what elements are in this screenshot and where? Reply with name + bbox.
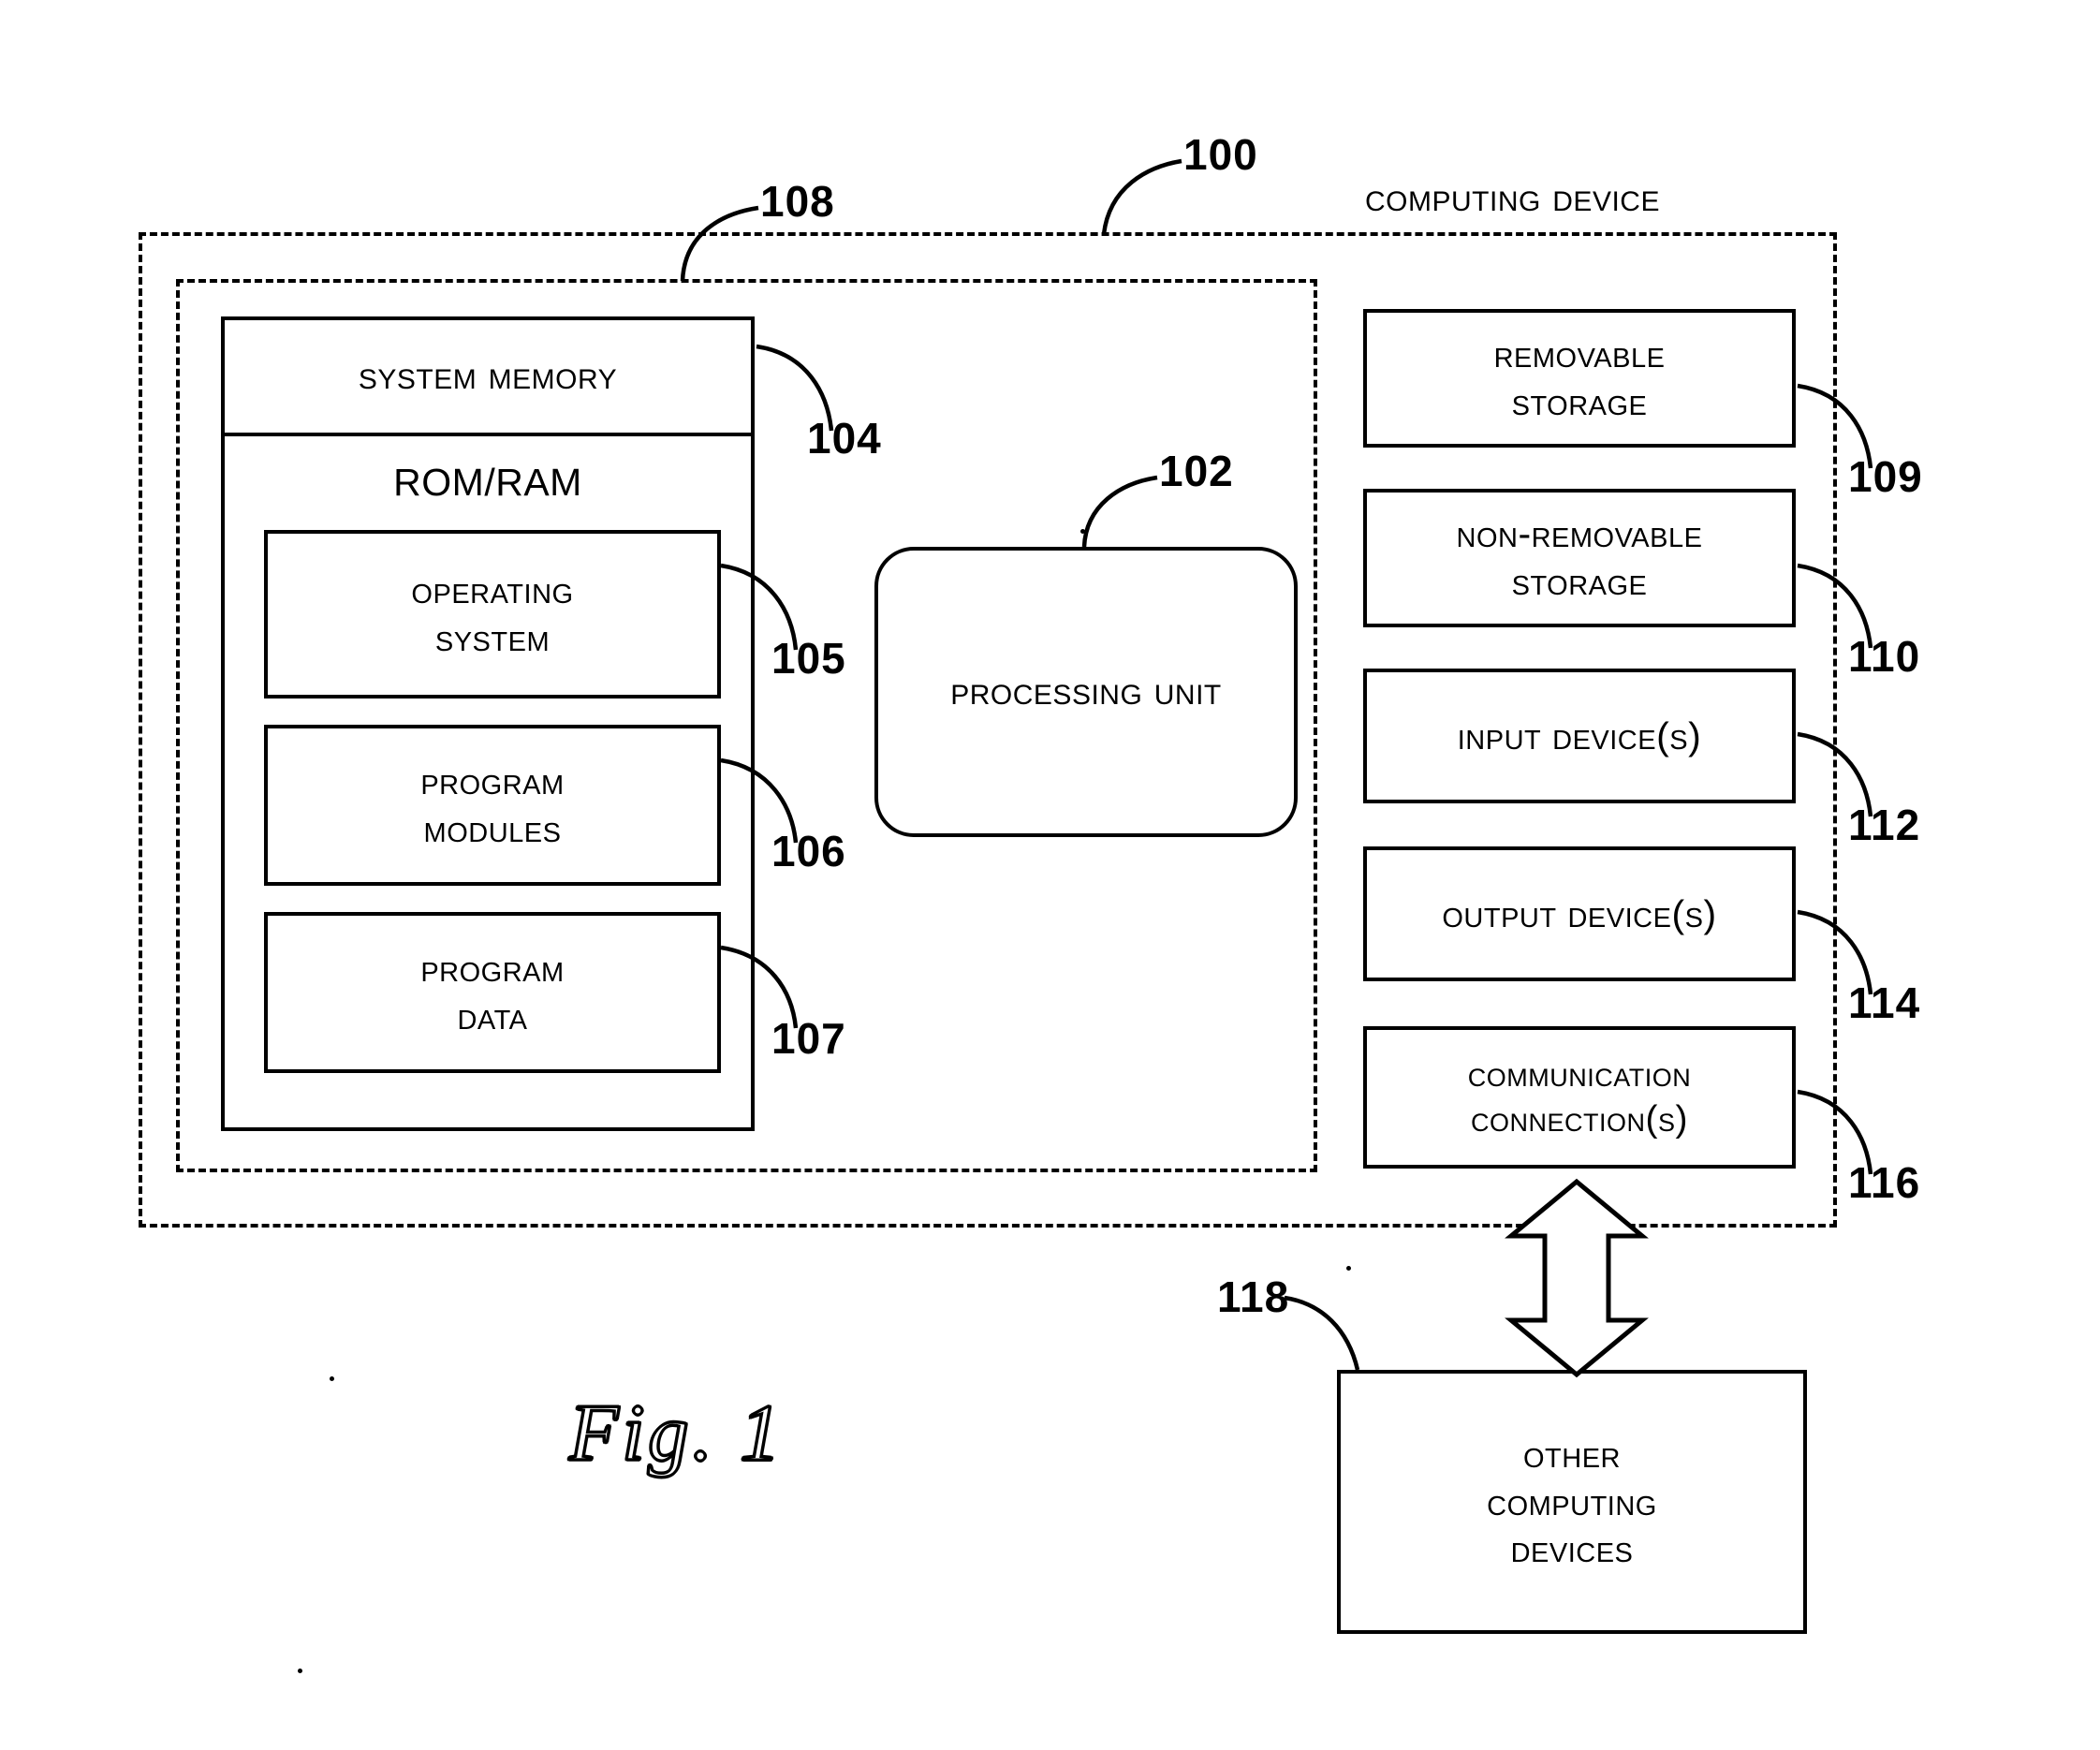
ref-118: 118	[1217, 1272, 1290, 1321]
operating-system-label-line2: SYSTEM	[434, 616, 551, 659]
input-devices-block: INPUT DEVICE(S)	[1363, 669, 1796, 803]
output-devices-label: OUTPUT DEVICE(S)	[1442, 891, 1717, 935]
ref-110: 110	[1848, 632, 1921, 681]
patent-figure-page: COMPUTING DEVICE SYSTEM MEMORY ROM/RAM O…	[0, 0, 2100, 1750]
page-title: COMPUTING DEVICE	[1365, 175, 1660, 220]
program-modules-label-line2: MODULES	[423, 807, 562, 850]
other-computing-devices-block: OTHER COMPUTING DEVICES	[1337, 1370, 1807, 1634]
leader-line-100	[1101, 158, 1182, 235]
processing-unit-block: PROCESSING UNIT	[874, 547, 1298, 837]
program-modules-block: PROGRAM MODULES	[264, 725, 721, 886]
program-data-block: PROGRAM DATA	[264, 912, 721, 1073]
other-computing-devices-label-line3: DEVICES	[1510, 1527, 1634, 1571]
scan-speck	[298, 1669, 302, 1673]
scan-speck	[330, 1376, 334, 1381]
ref-116: 116	[1848, 1158, 1921, 1207]
ref-102: 102	[1159, 447, 1234, 495]
figure-caption: Fig. 1	[567, 1387, 785, 1479]
other-computing-devices-label-line1: OTHER	[1523, 1432, 1621, 1476]
program-data-label-line2: DATA	[457, 994, 528, 1037]
ref-108: 108	[760, 177, 835, 226]
ref-114: 114	[1848, 978, 1921, 1027]
ref-112: 112	[1848, 801, 1921, 849]
non-removable-storage-block: NON-REMOVABLE STORAGE	[1363, 489, 1796, 627]
system-memory-header: SYSTEM MEMORY	[221, 316, 755, 436]
hollow-double-arrow-shape	[1505, 1178, 1649, 1378]
ref-105: 105	[771, 634, 846, 683]
non-removable-storage-label-line2: STORAGE	[1511, 560, 1648, 603]
system-memory-block: SYSTEM MEMORY ROM/RAM OPERATING SYSTEM P…	[221, 316, 755, 1131]
leader-line-118	[1284, 1295, 1360, 1371]
ref-104: 104	[807, 414, 882, 463]
communication-connections-label-line1: COMMUNICATION	[1467, 1053, 1692, 1095]
removable-storage-block: REMOVABLE STORAGE	[1363, 309, 1796, 448]
program-modules-label-line1: PROGRAM	[420, 759, 565, 803]
communication-connections-block: COMMUNICATION CONNECTION(S)	[1363, 1026, 1796, 1169]
ref-109: 109	[1848, 452, 1923, 501]
processing-unit-label: PROCESSING UNIT	[950, 669, 1222, 714]
rom-ram-label: ROM/RAM	[393, 461, 582, 504]
removable-storage-label-line1: REMOVABLE	[1493, 332, 1666, 376]
non-removable-storage-label-line1: NON-REMOVABLE	[1456, 512, 1703, 556]
scan-speck	[1346, 1266, 1351, 1271]
operating-system-label-line1: OPERATING	[411, 568, 574, 612]
ref-100: 100	[1183, 130, 1258, 179]
communication-connections-label-line2: CONNECTION(S)	[1471, 1099, 1688, 1140]
ref-106: 106	[771, 827, 846, 875]
system-memory-label: SYSTEM MEMORY	[358, 353, 618, 399]
program-data-label-line1: PROGRAM	[420, 947, 565, 991]
communication-link-arrow	[1505, 1178, 1649, 1378]
removable-storage-label-line2: STORAGE	[1511, 380, 1648, 423]
scan-speck	[1080, 529, 1085, 534]
ref-107: 107	[771, 1014, 846, 1063]
other-computing-devices-label-line2: COMPUTING	[1487, 1479, 1657, 1523]
input-devices-label: INPUT DEVICE(S)	[1457, 713, 1702, 757]
output-devices-block: OUTPUT DEVICE(S)	[1363, 846, 1796, 981]
operating-system-block: OPERATING SYSTEM	[264, 530, 721, 699]
